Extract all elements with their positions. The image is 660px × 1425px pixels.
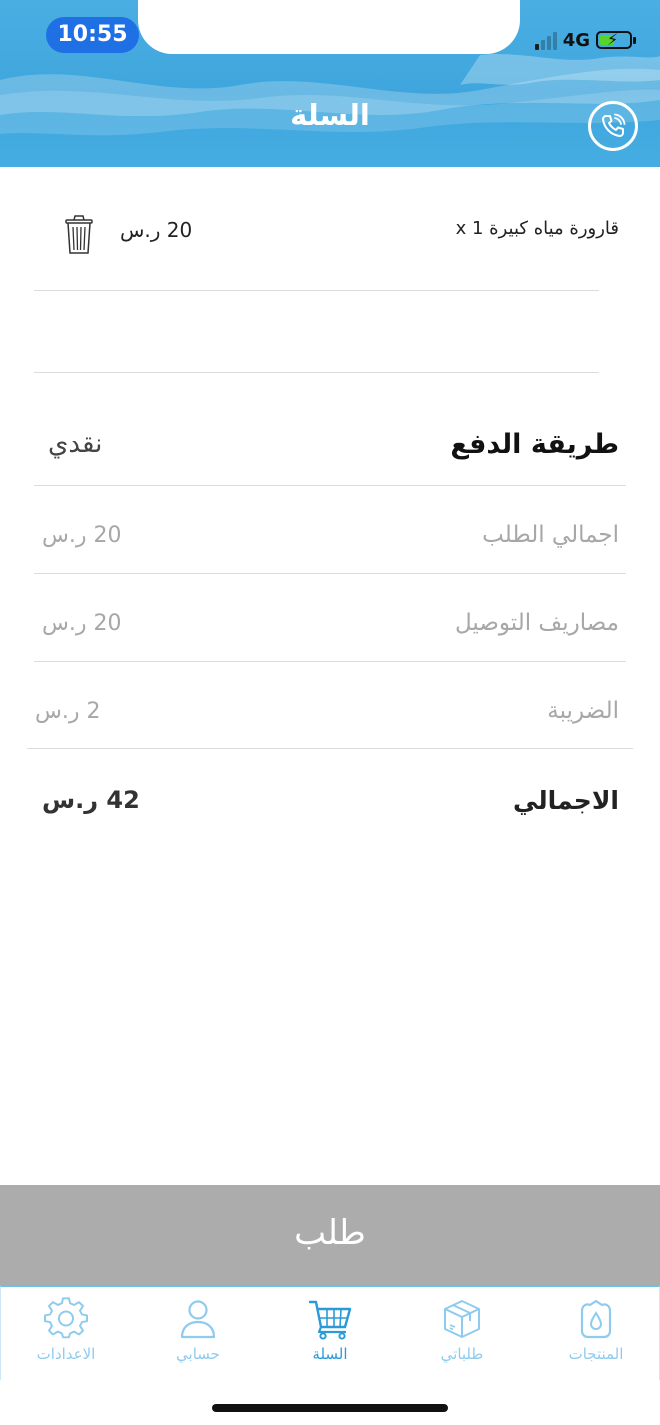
battery-icon: ⚡ bbox=[596, 30, 636, 49]
divider bbox=[34, 372, 599, 373]
call-button[interactable] bbox=[588, 101, 638, 151]
tab-my-orders[interactable]: طلباتي bbox=[407, 1297, 517, 1363]
order-total-value: 20 ر.س bbox=[42, 523, 122, 548]
delivery-fee-value: 20 ر.س bbox=[42, 611, 122, 636]
tab-label: المنتجات bbox=[568, 1345, 624, 1363]
tab-account[interactable]: حسابي bbox=[143, 1297, 253, 1363]
order-total-label: اجمالي الطلب bbox=[482, 522, 619, 548]
divider bbox=[34, 661, 626, 662]
user-icon bbox=[180, 1300, 216, 1339]
bottom-tab-bar: المنتجات طلباتي السلة حسابي الاعدادات bbox=[0, 1286, 660, 1380]
phone-icon bbox=[602, 113, 626, 137]
page-title: السلة bbox=[290, 98, 370, 132]
tab-cart[interactable]: السلة bbox=[275, 1297, 385, 1363]
trash-icon[interactable] bbox=[62, 212, 96, 256]
tab-label: طلباتي bbox=[440, 1345, 484, 1363]
cart-icon bbox=[308, 1300, 352, 1340]
delivery-fee-label: مصاريف التوصيل bbox=[454, 610, 619, 636]
tab-label: الاعدادات bbox=[36, 1345, 96, 1363]
package-icon bbox=[444, 1300, 480, 1338]
payment-method-value[interactable]: نقدي bbox=[48, 429, 102, 459]
tax-label: الضريبة bbox=[547, 698, 619, 724]
grand-total-label: الاجمالي bbox=[512, 786, 619, 815]
grand-total-value: 42 ر.س bbox=[42, 786, 140, 814]
divider bbox=[34, 485, 626, 486]
drop-box-icon bbox=[580, 1299, 612, 1339]
divider bbox=[34, 573, 626, 574]
network-type: 4G bbox=[562, 29, 590, 51]
tab-products[interactable]: المنتجات bbox=[541, 1297, 651, 1363]
payment-method-label: طريقة الدفع bbox=[450, 429, 619, 460]
status-time: 10:55 bbox=[46, 17, 139, 53]
tab-label: السلة bbox=[312, 1345, 348, 1363]
tab-label: حسابي bbox=[176, 1345, 220, 1363]
signal-icon bbox=[534, 30, 557, 50]
tab-settings[interactable]: الاعدادات bbox=[11, 1297, 121, 1363]
home-indicator bbox=[212, 1404, 448, 1412]
order-button[interactable]: طلب bbox=[0, 1185, 660, 1286]
cart-item-name: قارورة مياه كبيرة x 1 bbox=[455, 218, 619, 239]
status-indicators: 4G ⚡ bbox=[534, 28, 636, 52]
gear-icon bbox=[44, 1297, 88, 1339]
divider bbox=[34, 290, 599, 291]
tax-value: 2 ر.س bbox=[35, 699, 101, 724]
divider bbox=[27, 748, 633, 749]
cart-item-price: 20 ر.س bbox=[120, 218, 193, 242]
device-notch bbox=[138, 0, 520, 54]
